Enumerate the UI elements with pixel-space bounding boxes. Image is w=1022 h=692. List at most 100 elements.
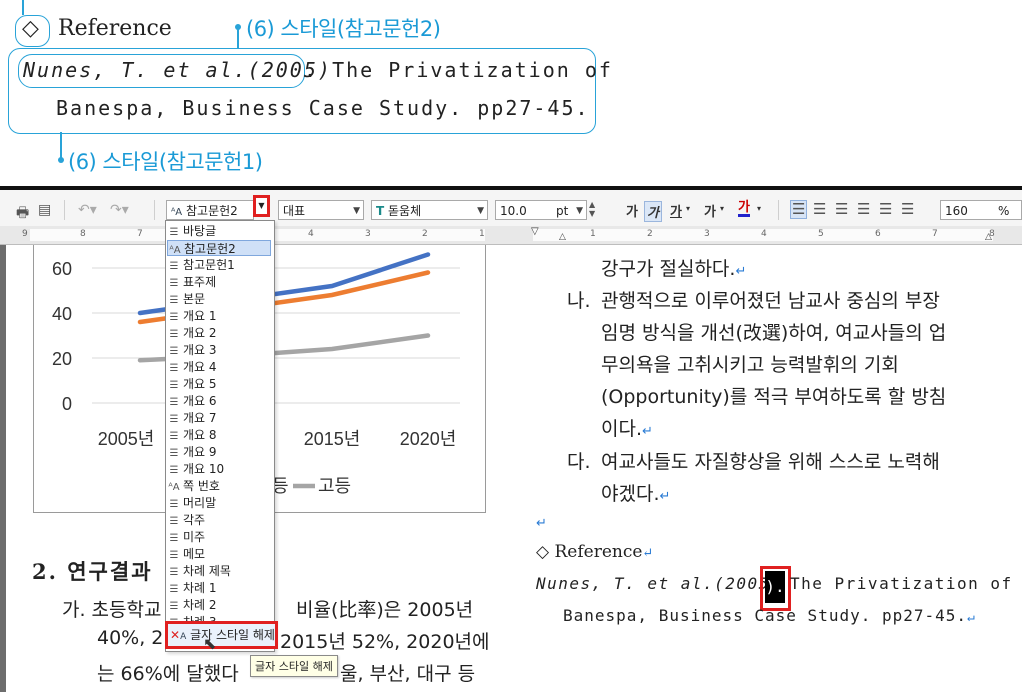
style-menu-item[interactable]: ☰ 차례 1 (167, 580, 271, 596)
style-menu-item[interactable]: ☰ 표주제 (167, 274, 271, 290)
align-center-icon[interactable]: ☰ (835, 200, 848, 218)
style-menu-item[interactable]: ☰ 메모 (167, 546, 271, 562)
italic-button[interactable]: 가 (644, 201, 662, 222)
font-type-icon: T (376, 204, 385, 218)
char-style-icon: ᴬA (168, 482, 180, 493)
reference-line2: Banespa, Business Case Study. pp27-45. (56, 96, 590, 120)
toolbar-separator (778, 200, 779, 220)
style-menu-item[interactable]: ☰ 각주 (167, 512, 271, 528)
chevron-down-icon[interactable]: ▾ (757, 204, 761, 213)
paragraph-mark-icon: ↵ (642, 424, 653, 439)
tooltip: 글자 스타일 해제 (250, 655, 338, 677)
redo-icon[interactable]: ↷▾ (110, 202, 129, 218)
chevron-down-icon: ▼ (477, 206, 484, 216)
da-line: 여교사들도 자질향상을 위해 스스로 노력해 (601, 451, 940, 473)
style-menu-label: 메모 (183, 547, 206, 561)
annotation-dot (58, 157, 64, 163)
style-menu-item[interactable]: ☰ 개요 8 (167, 427, 271, 443)
y-tick-label: 0 (62, 394, 72, 414)
ruler-tick: 7 (932, 229, 938, 239)
style-menu-item[interactable]: ☰ 개요 3 (167, 342, 271, 358)
paragraph-mark-icon: ↵ (735, 264, 747, 279)
size-combo[interactable]: 10.0 pt ▼ (495, 200, 587, 220)
toolbar-separator (64, 200, 65, 220)
divide-icon[interactable]: ☰ (901, 200, 914, 218)
style-menu-item[interactable]: ᴬA 참고문헌2 (167, 240, 271, 256)
face-combo-value: 대표 (283, 204, 306, 218)
ruler-tick: 1 (479, 229, 485, 239)
y-tick-label: 20 (52, 349, 72, 369)
bold-button[interactable]: 가 (626, 201, 638, 220)
style-menu-item[interactable]: ☰ 차례 제목 (167, 563, 271, 579)
style-menu-item[interactable]: ☰ 머리말 (167, 495, 271, 511)
style-menu-item[interactable]: ☰ 개요 6 (167, 393, 271, 409)
paragraph-mark-icon: ↵ (659, 489, 671, 504)
size-stepper[interactable]: ▲ ▼ (589, 200, 595, 218)
style-dropdown-menu: ☰ 바탕글 ᴬA 참고문헌2 ☰ 참고문헌1 ☰ 표주제 ☰ 본문 ☰ 개요 1 ☰ 개요 2 ☰ 개요 3 ☰… (165, 220, 275, 652)
style-menu-item[interactable]: ☰ 바탕글 (167, 223, 271, 239)
ruler-tick: 8 (80, 229, 86, 239)
font-combo[interactable]: T 돋움체 ▼ (371, 200, 488, 220)
style-menu-item[interactable]: ☰ 미주 (167, 529, 271, 545)
style-combo-value: 참고문헌2 (185, 204, 238, 218)
print-icon[interactable]: 🖶 (16, 202, 29, 226)
para-style-icon: ☰ (169, 550, 179, 561)
style-menu-label: 바탕글 (183, 224, 217, 238)
font-color-button[interactable]: 가 (738, 201, 750, 217)
preview-icon[interactable]: ▤ (38, 202, 51, 218)
style-menu-label: 개요 5 (183, 377, 217, 391)
section-heading: 2. 연구결과 (32, 559, 153, 584)
zoom-combo[interactable]: 160 % (940, 200, 1022, 220)
right-ref-heading-text: ◇ Reference (536, 542, 643, 562)
left-line2-a: 40%, 2 (97, 627, 164, 649)
face-combo[interactable]: 대표 ▼ (278, 200, 364, 220)
style-icon: ᴬA (171, 207, 183, 218)
style-menu-item[interactable]: ☰ 본문 (167, 291, 271, 307)
chevron-down-icon[interactable]: ▾ (686, 204, 690, 213)
ruler-tick: 6 (875, 229, 881, 239)
align-left-icon[interactable]: ☰ (813, 200, 826, 218)
style-menu-item[interactable]: ☰ 참고문헌1 (167, 257, 271, 273)
ruler-tick: 9 (22, 229, 28, 239)
style-menu-item[interactable]: ☰ 개요 1 (167, 308, 271, 324)
na-line: 임명 방식을 개선(改選)하여, 여교사들의 업 (601, 322, 947, 344)
left-line1-b: 비율(比率)은 2005년 (296, 599, 474, 621)
selected-text[interactable]: ). (765, 571, 785, 603)
para-style-icon: ☰ (169, 261, 179, 272)
style-menu-item[interactable]: ☰ 개요 10 (167, 461, 271, 477)
style-menu-label: 개요 2 (183, 326, 217, 340)
ruler-tick: 2 (422, 229, 428, 239)
reference-author: Nunes, T. et al.(2005) (23, 58, 332, 82)
style-dropdown-button[interactable]: ▼ (253, 195, 270, 217)
style-menu-item[interactable]: ☰ 개요 2 (167, 325, 271, 341)
underline-button[interactable]: 가 (670, 201, 682, 220)
align-justify-icon[interactable]: ☰ (790, 200, 808, 219)
align-right-icon[interactable]: ☰ (857, 200, 870, 218)
strike-button[interactable]: 가 (704, 201, 716, 220)
style-menu-item[interactable]: ☰ 개요 4 (167, 359, 271, 375)
style-menu-item[interactable]: ᴬA 쪽 번호 (167, 478, 271, 494)
toolbar-separator (154, 200, 155, 220)
x-tick-label: 2005년 (98, 429, 155, 449)
undo-icon[interactable]: ↶▾ (78, 202, 97, 218)
style-menu-item[interactable]: ☰ 차례 2 (167, 597, 271, 613)
clear-char-style-item[interactable]: ✕A 글자 스타일 해제 (165, 621, 278, 649)
style-menu-label: 참고문헌2 (184, 242, 236, 256)
paragraph-mark-icon: ↵ (536, 516, 547, 531)
style-menu-item[interactable]: ☰ 개요 7 (167, 410, 271, 426)
da-line: 야겠다. (601, 483, 660, 505)
style-combo[interactable]: ᴬA 참고문헌2 (166, 200, 254, 220)
para-style-icon: ☰ (169, 380, 179, 391)
style-menu-item[interactable]: ☰ 개요 9 (167, 444, 271, 460)
para-style-icon: ☰ (169, 533, 179, 544)
style-menu-item[interactable]: ☰ 개요 5 (167, 376, 271, 392)
right-ref-line2-text: Banespa, Business Case Study. pp27-45. (563, 606, 968, 625)
distribute-icon[interactable]: ☰ (879, 200, 892, 218)
indent-marker-icon[interactable]: △ (985, 232, 992, 242)
indent-marker-icon[interactable]: ▽ (531, 226, 539, 237)
chevron-down-icon[interactable]: ▾ (720, 204, 724, 213)
font-combo-value: 돋움체 (388, 204, 422, 218)
annotation-stem-style2 (237, 27, 239, 49)
indent-marker-icon[interactable]: △ (559, 232, 566, 242)
right-ref-line2: Banespa, Business Case Study. pp27-45.↵ (563, 606, 976, 625)
